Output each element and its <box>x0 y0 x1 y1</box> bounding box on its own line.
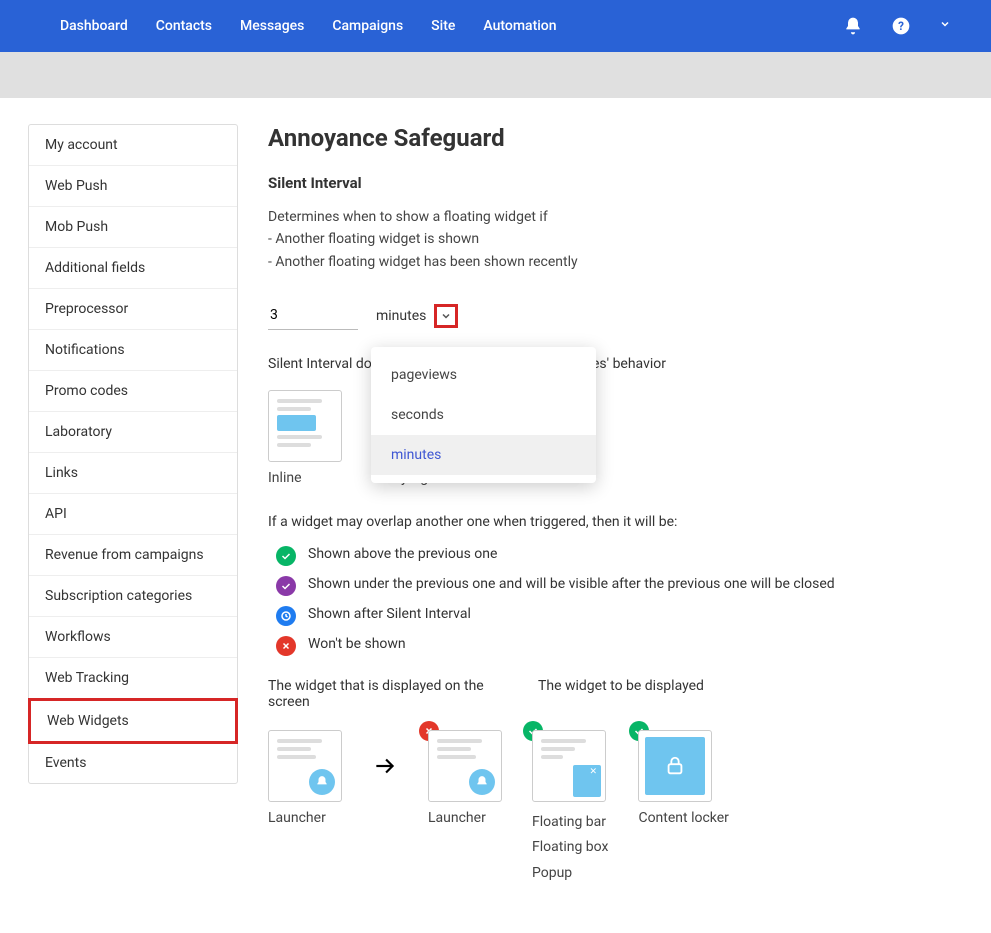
dest-thumb-content-locker <box>638 730 712 802</box>
interval-unit-select[interactable]: minutes <box>376 304 458 328</box>
nav-items: Dashboard Contacts Messages Campaigns Si… <box>60 18 557 34</box>
col-a-label: The widget that is displayed on the scre… <box>268 678 498 710</box>
src-thumb-launcher <box>268 730 342 802</box>
desc-line-1: Determines when to show a floating widge… <box>268 206 963 228</box>
close-icon <box>276 636 296 656</box>
check-icon <box>276 576 296 596</box>
sidebar-item-my-account[interactable]: My account <box>29 125 237 166</box>
nav-dashboard[interactable]: Dashboard <box>60 18 128 34</box>
silent-interval-control: minutes <box>268 301 963 330</box>
sidebar-item-web-push[interactable]: Web Push <box>29 166 237 207</box>
desc-line-2: - Another floating widget is shown <box>268 228 963 250</box>
thumb-label-inline: Inline <box>268 470 302 486</box>
col-b-label: The widget to be displayed <box>538 678 963 710</box>
unit-option-minutes[interactable]: minutes <box>371 435 596 475</box>
dest-label-content-locker: Content locker <box>638 810 728 826</box>
nav-messages[interactable]: Messages <box>240 18 304 34</box>
chevron-down-icon[interactable] <box>434 304 458 328</box>
overlap-heading: If a widget may overlap another one when… <box>268 514 963 530</box>
unit-option-pageviews[interactable]: pageviews <box>371 355 596 395</box>
legend-text-1: Shown above the previous one <box>308 546 497 562</box>
check-icon <box>276 546 296 566</box>
interval-value-input[interactable] <box>268 301 358 330</box>
sidebar-item-additional-fields[interactable]: Additional fields <box>29 248 237 289</box>
sidebar-item-workflows[interactable]: Workflows <box>29 617 237 658</box>
section-title: Silent Interval <box>268 174 963 192</box>
legend-text-4: Won't be shown <box>308 636 406 652</box>
unit-dropdown: pageviews seconds minutes <box>371 347 596 483</box>
sidebar-item-events[interactable]: Events <box>29 743 237 783</box>
legend-text-3: Shown after Silent Interval <box>308 606 471 622</box>
dest-label-floating-bar: Floating bar <box>532 810 608 835</box>
dest-label-floating-group: Floating bar Floating box Popup <box>532 810 608 886</box>
overlap-map-row: Launcher Launcher <box>268 730 963 886</box>
legend-text-2: Shown under the previous one and will be… <box>308 576 835 592</box>
sidebar-item-mob-push[interactable]: Mob Push <box>29 207 237 248</box>
sidebar-item-subscription-categories[interactable]: Subscription categories <box>29 576 237 617</box>
sidebar-item-laboratory[interactable]: Laboratory <box>29 412 237 453</box>
sidebar-item-web-widgets[interactable]: Web Widgets <box>28 698 238 744</box>
main-content: Annoyance Safeguard Silent Interval Dete… <box>268 124 963 886</box>
help-icon[interactable]: ? <box>891 16 911 36</box>
src-thumb-label: Launcher <box>268 810 342 826</box>
section-description: Determines when to show a floating widge… <box>268 206 963 273</box>
dest-thumb-launcher <box>428 730 502 802</box>
settings-sidebar: My account Web Push Mob Push Additional … <box>28 124 238 784</box>
account-chevron-icon[interactable] <box>939 18 951 34</box>
nav-campaigns[interactable]: Campaigns <box>332 18 403 34</box>
dest-label-floating-box: Floating box <box>532 835 608 860</box>
overlap-legend: Shown above the previous one Shown under… <box>268 546 963 656</box>
sidebar-item-api[interactable]: API <box>29 494 237 535</box>
nav-site[interactable]: Site <box>431 18 455 34</box>
nav-automation[interactable]: Automation <box>483 18 556 34</box>
overlap-columns-header: The widget that is displayed on the scre… <box>268 678 963 710</box>
sidebar-item-web-tracking[interactable]: Web Tracking <box>29 658 237 699</box>
clock-icon <box>276 606 296 626</box>
sidebar-item-promo-codes[interactable]: Promo codes <box>29 371 237 412</box>
svg-text:?: ? <box>898 19 904 33</box>
sidebar-item-revenue[interactable]: Revenue from campaigns <box>29 535 237 576</box>
arrow-icon <box>372 730 398 802</box>
thumb-inline <box>268 390 342 462</box>
dest-label-launcher: Launcher <box>428 810 502 826</box>
dest-thumb-floating: ✕ <box>532 730 606 802</box>
sidebar-item-preprocessor[interactable]: Preprocessor <box>29 289 237 330</box>
top-nav: Dashboard Contacts Messages Campaigns Si… <box>0 0 991 52</box>
bell-icon[interactable] <box>843 16 863 36</box>
sidebar-item-notifications[interactable]: Notifications <box>29 330 237 371</box>
nav-contacts[interactable]: Contacts <box>156 18 212 34</box>
dest-label-popup: Popup <box>532 861 608 886</box>
sidebar-item-links[interactable]: Links <box>29 453 237 494</box>
page-title: Annoyance Safeguard <box>268 124 963 152</box>
sub-bar <box>0 52 991 98</box>
interval-unit-label: minutes <box>376 308 426 324</box>
desc-line-3: - Another floating widget has been shown… <box>268 251 963 273</box>
unit-option-seconds[interactable]: seconds <box>371 395 596 435</box>
